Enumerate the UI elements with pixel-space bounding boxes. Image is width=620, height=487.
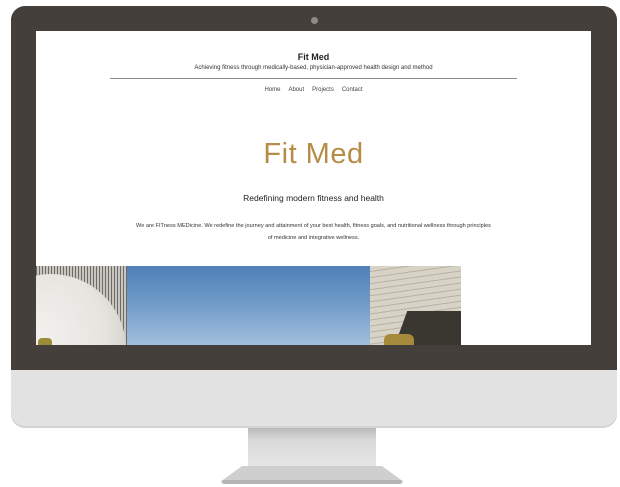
site-tagline: Achieving fitness through medically-base… [194,65,433,71]
hero-title: Fit Med [263,138,364,170]
monitor-chin [11,370,617,428]
hero-subtitle: Redefining modern fitness and health [243,193,384,203]
monitor-mockup: Fit Med Achieving fitness through medica… [0,0,620,487]
gallery-image-sky[interactable] [127,266,370,345]
hero-description: We are FITness MEDicine. We redefine the… [136,223,491,241]
nav-item-contact[interactable]: Contact [342,87,363,93]
image-gallery [36,266,461,345]
nav-item-about[interactable]: About [288,87,304,93]
monitor-stand-shadow [222,480,402,484]
main-nav: Home About Projects Contact [36,87,591,93]
gallery-image-wall[interactable] [370,266,461,345]
nav-item-home[interactable]: Home [264,87,280,93]
site-title[interactable]: Fit Med [36,52,591,62]
gallery-image-architecture[interactable] [36,266,127,345]
nav-item-projects[interactable]: Projects [312,87,334,93]
website-screen: Fit Med Achieving fitness through medica… [36,31,591,345]
header-divider [110,78,517,79]
monitor-stand-neck [248,428,376,468]
camera-icon [311,17,318,24]
